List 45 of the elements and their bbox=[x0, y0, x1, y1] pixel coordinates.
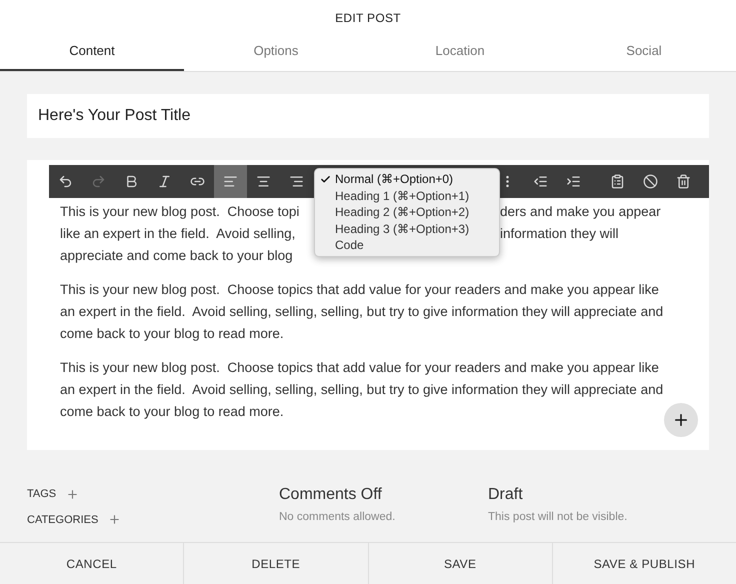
undo-icon bbox=[58, 174, 73, 189]
menu-item[interactable]: Heading 2 (⌘+Option+2) bbox=[315, 204, 499, 220]
redo-icon bbox=[91, 174, 106, 189]
ban-icon bbox=[643, 174, 658, 189]
plus-icon bbox=[66, 488, 80, 501]
post-status[interactable]: Draft bbox=[488, 485, 628, 505]
tab[interactable]: Options bbox=[184, 32, 368, 71]
paragraph-fragment: ders and make you appear bbox=[500, 202, 661, 221]
paragraph-fragment: like an expert in the field. Avoid selling, bbox=[60, 224, 296, 243]
status-note: This post will not be visible. bbox=[488, 510, 628, 525]
categories-button[interactable]: CATEGORIES bbox=[27, 512, 279, 528]
paragraph-fragment: information they will bbox=[500, 224, 619, 243]
body-paragraph: This is your new blog post. Choose topics that add value for your readers and make you appear like an expert in the field. Avoid selling, selling, selling, but try to give information they will appreciate and come back to your blog to read more. bbox=[60, 359, 664, 421]
trash-icon bbox=[676, 174, 691, 189]
indent-icon bbox=[566, 174, 581, 189]
paragraph-fragment: This is your new blog post. Choose topi bbox=[60, 202, 300, 221]
plus-icon bbox=[672, 411, 690, 429]
add-block-button[interactable] bbox=[664, 403, 698, 437]
bold-icon bbox=[124, 174, 139, 189]
comments-status[interactable]: Comments Off bbox=[279, 485, 488, 505]
menu-item[interactable]: Heading 3 (⌘+Option+3) bbox=[315, 220, 499, 237]
menu-item[interactable]: Heading 1 (⌘+Option+1) bbox=[315, 188, 499, 204]
outdent-icon bbox=[533, 174, 548, 189]
tab[interactable]: Social bbox=[552, 32, 736, 71]
action-button[interactable]: SAVE & PUBLISH bbox=[552, 543, 736, 584]
body-paragraph: This is your new blog post. Choose topics that add value for your readers and make you appear like an expert in the field. Avoid selling, selling, selling, but try to give information they will appreciate and come back to your blog to read more. bbox=[60, 281, 664, 343]
paragraph-fragment: appreciate and come back to your blog bbox=[60, 246, 293, 265]
tags-button[interactable]: TAGS bbox=[27, 486, 279, 502]
comments-note: No comments allowed. bbox=[279, 510, 396, 525]
menu-item[interactable]: Code bbox=[315, 237, 499, 254]
check-icon bbox=[320, 174, 330, 185]
align-center-icon bbox=[256, 174, 271, 189]
clipboard-icon bbox=[610, 174, 625, 189]
plus-icon bbox=[108, 513, 122, 526]
window-title: EDIT POST bbox=[334, 10, 402, 27]
action-button[interactable]: DELETE bbox=[183, 543, 368, 584]
menu-item[interactable]: Normal (⌘+Option+0) bbox=[315, 171, 499, 188]
tab[interactable]: Content bbox=[0, 32, 184, 71]
align-left-icon bbox=[223, 174, 238, 189]
post-title-field[interactable]: Here's Your Post Title bbox=[27, 94, 709, 138]
align-right-icon bbox=[289, 174, 304, 189]
action-button[interactable]: CANCEL bbox=[0, 543, 184, 584]
action-button[interactable]: SAVE bbox=[368, 543, 552, 584]
italic-icon bbox=[157, 174, 172, 189]
tab[interactable]: Location bbox=[368, 32, 552, 71]
